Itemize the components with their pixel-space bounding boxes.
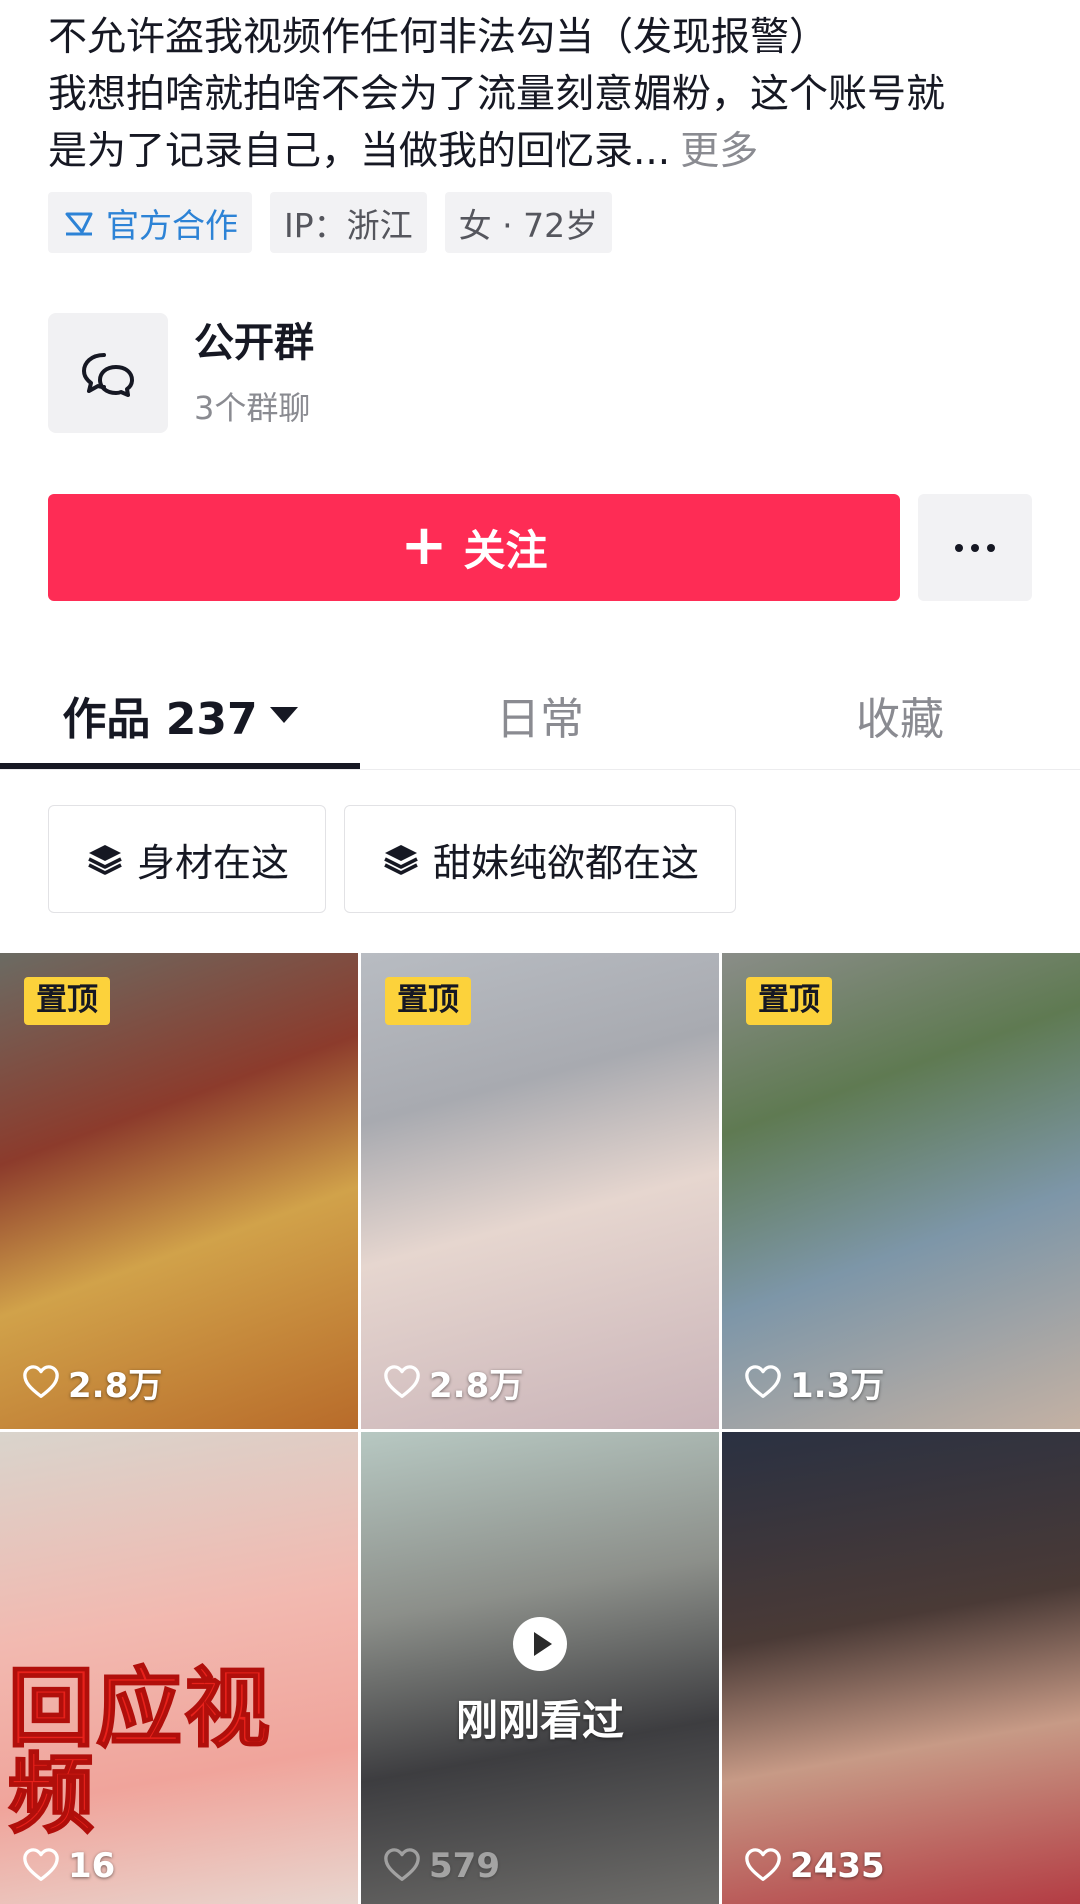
collection-chip[interactable]: 甜妹纯欲都在这 xyxy=(344,805,737,913)
tab-daily-label: 日常 xyxy=(496,694,584,745)
heart-icon xyxy=(745,1364,781,1398)
ip-location-label: IP：浙江 xyxy=(284,205,413,245)
official-cooperation-tag[interactable]: 官方合作 xyxy=(48,192,252,253)
layers-icon xyxy=(384,845,418,875)
like-count: 2.8万 xyxy=(383,1358,523,1407)
more-dot-icon xyxy=(955,543,963,552)
gender-age-label: 女 · 72岁 xyxy=(458,205,599,245)
video-thumbnail[interactable]: 置顶 2.8万 xyxy=(361,953,719,1429)
heart-icon xyxy=(384,1364,420,1398)
group-subtitle: 3个群聊 xyxy=(194,389,311,427)
pinned-badge: 置顶 xyxy=(24,977,110,1025)
like-count-value: 579 xyxy=(429,1846,500,1886)
heart-icon xyxy=(745,1848,781,1881)
heart-icon xyxy=(384,1848,420,1881)
bio-line-3-text: 是为了记录自己，当做我的回忆录... xyxy=(48,129,671,174)
bio-more-link[interactable]: 更多 xyxy=(680,129,758,174)
heart-icon xyxy=(23,1848,59,1881)
play-icon xyxy=(513,1617,567,1671)
profile-tabs: 作品 237 日常 收藏 xyxy=(0,660,1080,770)
video-thumbnail[interactable]: 刚刚看过 579 xyxy=(361,1432,719,1904)
follow-button[interactable]: + 关注 xyxy=(48,494,900,601)
tab-works-label: 作品 237 xyxy=(62,694,258,745)
video-overlay-text: 回应视频 xyxy=(7,1659,272,1845)
tab-daily[interactable]: 日常 xyxy=(360,660,720,770)
collection-chips: 身材在这 甜妹纯欲都在这 xyxy=(48,805,737,913)
video-thumbnail[interactable]: 回应视频 16 xyxy=(0,1432,358,1904)
public-group-entry[interactable]: 公开群 3个群聊 xyxy=(48,313,314,433)
more-dot-icon xyxy=(987,543,995,552)
video-thumbnail[interactable]: 2435 xyxy=(722,1432,1080,1904)
active-tab-indicator xyxy=(0,763,360,769)
tab-favorites[interactable]: 收藏 xyxy=(720,660,1080,770)
profile-tags: 官方合作 IP：浙江 女 · 72岁 xyxy=(48,192,613,253)
video-thumbnail[interactable]: 置顶 2.8万 xyxy=(0,953,358,1429)
collection-chip[interactable]: 身材在这 xyxy=(48,805,327,913)
tab-favorites-label: 收藏 xyxy=(856,694,944,745)
group-chat-icon xyxy=(48,313,168,433)
like-count-value: 16 xyxy=(68,1846,116,1886)
ip-location-tag: IP：浙江 xyxy=(270,192,427,253)
tab-works[interactable]: 作品 237 xyxy=(0,660,360,770)
caret-down-icon xyxy=(269,707,298,723)
pinned-badge: 置顶 xyxy=(385,977,471,1025)
heart-icon xyxy=(23,1364,59,1398)
official-cooperation-icon xyxy=(65,212,93,235)
recently-watched-label: 刚刚看过 xyxy=(455,1696,624,1745)
like-count-value: 2435 xyxy=(790,1846,885,1886)
more-dot-icon xyxy=(971,543,979,552)
like-count: 1.3万 xyxy=(744,1358,884,1407)
follow-label: 关注 xyxy=(463,526,548,575)
layers-icon xyxy=(88,845,122,875)
pinned-badge: 置顶 xyxy=(746,977,832,1025)
like-count: 2.8万 xyxy=(22,1358,162,1407)
video-thumbnail[interactable]: 置顶 1.3万 xyxy=(722,953,1080,1429)
collection-label: 身材在这 xyxy=(137,840,290,885)
like-count: 16 xyxy=(22,1846,115,1886)
group-title: 公开群 xyxy=(194,320,314,366)
recently-watched-overlay: 刚刚看过 xyxy=(361,1617,719,1748)
gender-age-tag: 女 · 72岁 xyxy=(444,192,613,253)
more-options-button[interactable] xyxy=(918,494,1032,601)
bio-line-3: 是为了记录自己，当做我的回忆录... 更多 xyxy=(48,124,758,179)
bio-line-1: 不允许盗我视频作任何非法勾当（发现报警） xyxy=(48,15,829,60)
plus-icon: + xyxy=(400,512,448,578)
bio-line-2: 我想拍啥就拍啥不会为了流量刻意媚粉，这个账号就 xyxy=(48,72,946,117)
like-count-value: 1.3万 xyxy=(790,1366,885,1406)
like-count: 579 xyxy=(383,1846,500,1886)
like-count-value: 2.8万 xyxy=(429,1366,524,1406)
like-count: 2435 xyxy=(744,1846,885,1886)
collection-label: 甜妹纯欲都在这 xyxy=(433,840,700,885)
official-cooperation-label: 官方合作 xyxy=(106,205,238,245)
like-count-value: 2.8万 xyxy=(68,1366,163,1406)
